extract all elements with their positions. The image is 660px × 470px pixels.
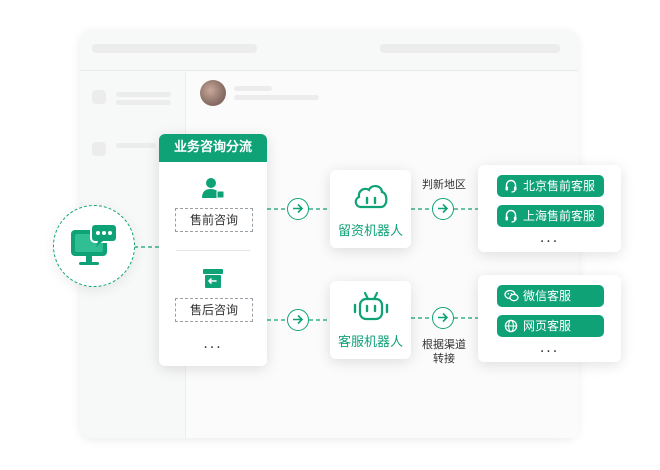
consult-more: ... [203, 336, 223, 352]
arrow-right-icon [293, 203, 304, 214]
arrow-4 [432, 307, 454, 329]
aftersale-consult-label[interactable]: 售后咨询 [175, 298, 253, 322]
agent-web-label: 网页客服 [523, 319, 572, 333]
channel-agents-more: ... [539, 340, 560, 356]
service-bot-card: 客服机器人 [330, 281, 411, 359]
headset-icon [505, 209, 517, 223]
arrow-right-icon [438, 312, 449, 323]
arrow-right-icon [293, 314, 304, 325]
route-label-region: 判新地区 [422, 178, 466, 191]
card-divider [176, 250, 250, 251]
wechat-icon [504, 289, 519, 302]
agent-shanghai-presale-label: 上海售前客服 [523, 209, 596, 223]
arrow-2 [432, 198, 454, 220]
arrow-right-icon [438, 203, 449, 214]
headset-icon [505, 179, 517, 193]
agent-beijing-presale-label: 北京售前客服 [523, 179, 596, 193]
globe-icon [504, 319, 518, 333]
arrow-1 [287, 198, 309, 220]
lead-bot-card: 留资机器人 [330, 170, 411, 248]
lead-bot-label: 留资机器人 [337, 224, 403, 239]
robot-icon [353, 291, 389, 321]
agent-wechat-label: 微信客服 [523, 289, 572, 303]
chat-monitor-icon [71, 223, 118, 265]
service-bot-label: 客服机器人 [337, 335, 403, 350]
consult-card-title: 业务咨询分流 [159, 134, 267, 162]
chat-monitor-node [53, 205, 135, 287]
route-label-channel-2: 转接 [433, 352, 455, 365]
presale-agents-more: ... [539, 230, 560, 246]
presale-consult-label[interactable]: 售前咨询 [175, 208, 253, 232]
cloud-bot-icon [354, 185, 388, 209]
arrow-3 [287, 309, 309, 331]
user-icon [202, 178, 225, 199]
return-box-icon [203, 269, 223, 288]
